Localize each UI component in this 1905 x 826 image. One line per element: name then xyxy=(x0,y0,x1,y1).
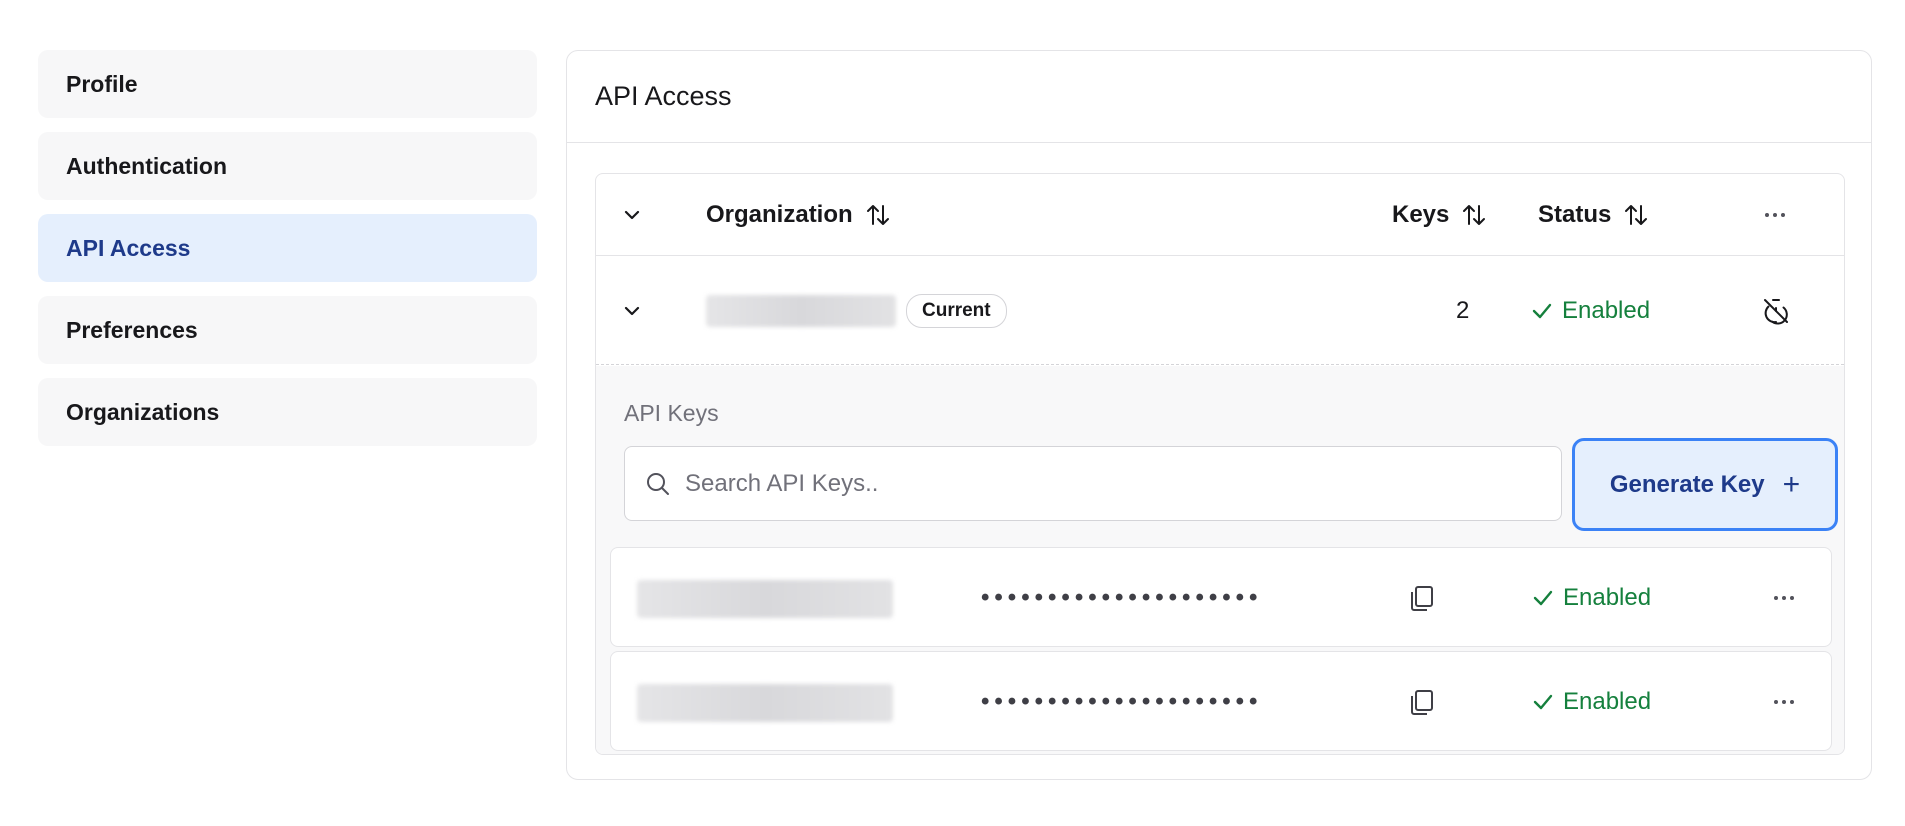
keys-count: 2 xyxy=(1456,256,1469,365)
search-input[interactable] xyxy=(685,469,1545,498)
disable-timer-button[interactable] xyxy=(1762,256,1790,365)
sidebar-item-api-access[interactable]: API Access xyxy=(38,214,537,282)
table-options-button[interactable] xyxy=(1762,174,1788,256)
sidebar-item-label: API Access xyxy=(66,234,191,261)
organizations-table: Organization Keys Status Current 2 Enabl… xyxy=(595,173,1845,755)
more-horizontal-icon xyxy=(1774,596,1794,600)
more-horizontal-icon xyxy=(1774,700,1794,704)
column-header-label: Organization xyxy=(706,201,853,228)
table-row: Current 2 Enabled xyxy=(596,256,1844,365)
column-header-organization[interactable]: Organization xyxy=(706,174,891,256)
sidebar-item-preferences[interactable]: Preferences xyxy=(38,296,537,364)
search-icon xyxy=(647,472,669,495)
key-status: Enabled xyxy=(1531,652,1651,752)
check-icon xyxy=(1533,590,1553,606)
column-header-keys[interactable]: Keys xyxy=(1392,174,1487,256)
key-name-redacted xyxy=(637,684,893,722)
status-badge: Current xyxy=(906,293,1007,328)
masked-key: ••••••••••••••••••••• xyxy=(981,688,1263,715)
expand-all-button[interactable] xyxy=(620,174,644,256)
status-label: Enabled xyxy=(1563,688,1652,715)
chevron-down-icon xyxy=(624,210,640,220)
list-item: ••••••••••••••••••••• Enabled xyxy=(610,547,1832,647)
sort-icon xyxy=(1625,205,1648,225)
api-access-panel: API Access Organization Keys Status Curr… xyxy=(566,50,1872,780)
section-label: API Keys xyxy=(624,400,719,426)
generate-key-label: Generate Key xyxy=(1609,470,1765,498)
copy-key-button[interactable] xyxy=(1407,652,1437,752)
status-label: Enabled xyxy=(1563,584,1652,611)
sidebar-item-organizations[interactable]: Organizations xyxy=(38,378,537,446)
status-label: Enabled xyxy=(1562,296,1651,324)
sort-icon xyxy=(866,205,889,225)
key-options-button[interactable] xyxy=(1771,652,1797,752)
settings-sidebar: Profile Authentication API Access Prefer… xyxy=(38,50,537,460)
page-title: API Access xyxy=(595,81,732,111)
list-item: ••••••••••••••••••••• Enabled xyxy=(610,651,1832,751)
check-icon xyxy=(1532,303,1552,318)
copy-icon xyxy=(1411,586,1433,611)
key-status: Enabled xyxy=(1531,548,1651,648)
organization-name-redacted xyxy=(706,295,896,327)
plus-icon: + xyxy=(1782,467,1801,501)
more-horizontal-icon xyxy=(1765,213,1785,217)
timer-off-icon xyxy=(1764,298,1788,325)
generate-key-button[interactable]: Generate Key + xyxy=(1572,438,1838,531)
copy-key-button[interactable] xyxy=(1407,548,1437,648)
column-header-label: Status xyxy=(1538,201,1612,228)
masked-key: ••••••••••••••••••••• xyxy=(981,584,1263,611)
sidebar-item-label: Authentication xyxy=(66,152,227,179)
sidebar-item-authentication[interactable]: Authentication xyxy=(38,132,537,200)
chevron-down-icon xyxy=(624,306,640,315)
key-name-redacted xyxy=(637,580,893,618)
expand-row-button[interactable] xyxy=(620,256,644,365)
sort-icon xyxy=(1463,205,1486,225)
sidebar-item-label: Preferences xyxy=(66,316,198,343)
current-badge-wrap: Current xyxy=(906,256,1007,365)
panel-header: API Access xyxy=(567,51,1871,143)
keys-count-value: 2 xyxy=(1456,296,1470,324)
table-header: Organization Keys Status xyxy=(596,174,1844,256)
page: Profile Authentication API Access Prefer… xyxy=(0,0,1905,826)
search-field xyxy=(624,446,1562,521)
sidebar-item-label: Profile xyxy=(66,70,138,97)
column-header-status[interactable]: Status xyxy=(1538,174,1649,256)
copy-icon xyxy=(1411,690,1433,715)
api-keys-section: API Keys Generate Key + ••••••••••••••••… xyxy=(596,366,1844,754)
check-icon xyxy=(1533,694,1553,710)
sidebar-item-profile[interactable]: Profile xyxy=(38,50,537,118)
key-options-button[interactable] xyxy=(1771,548,1797,648)
org-status: Enabled xyxy=(1530,256,1650,365)
column-header-label: Keys xyxy=(1392,201,1450,228)
sidebar-item-label: Organizations xyxy=(66,398,220,425)
